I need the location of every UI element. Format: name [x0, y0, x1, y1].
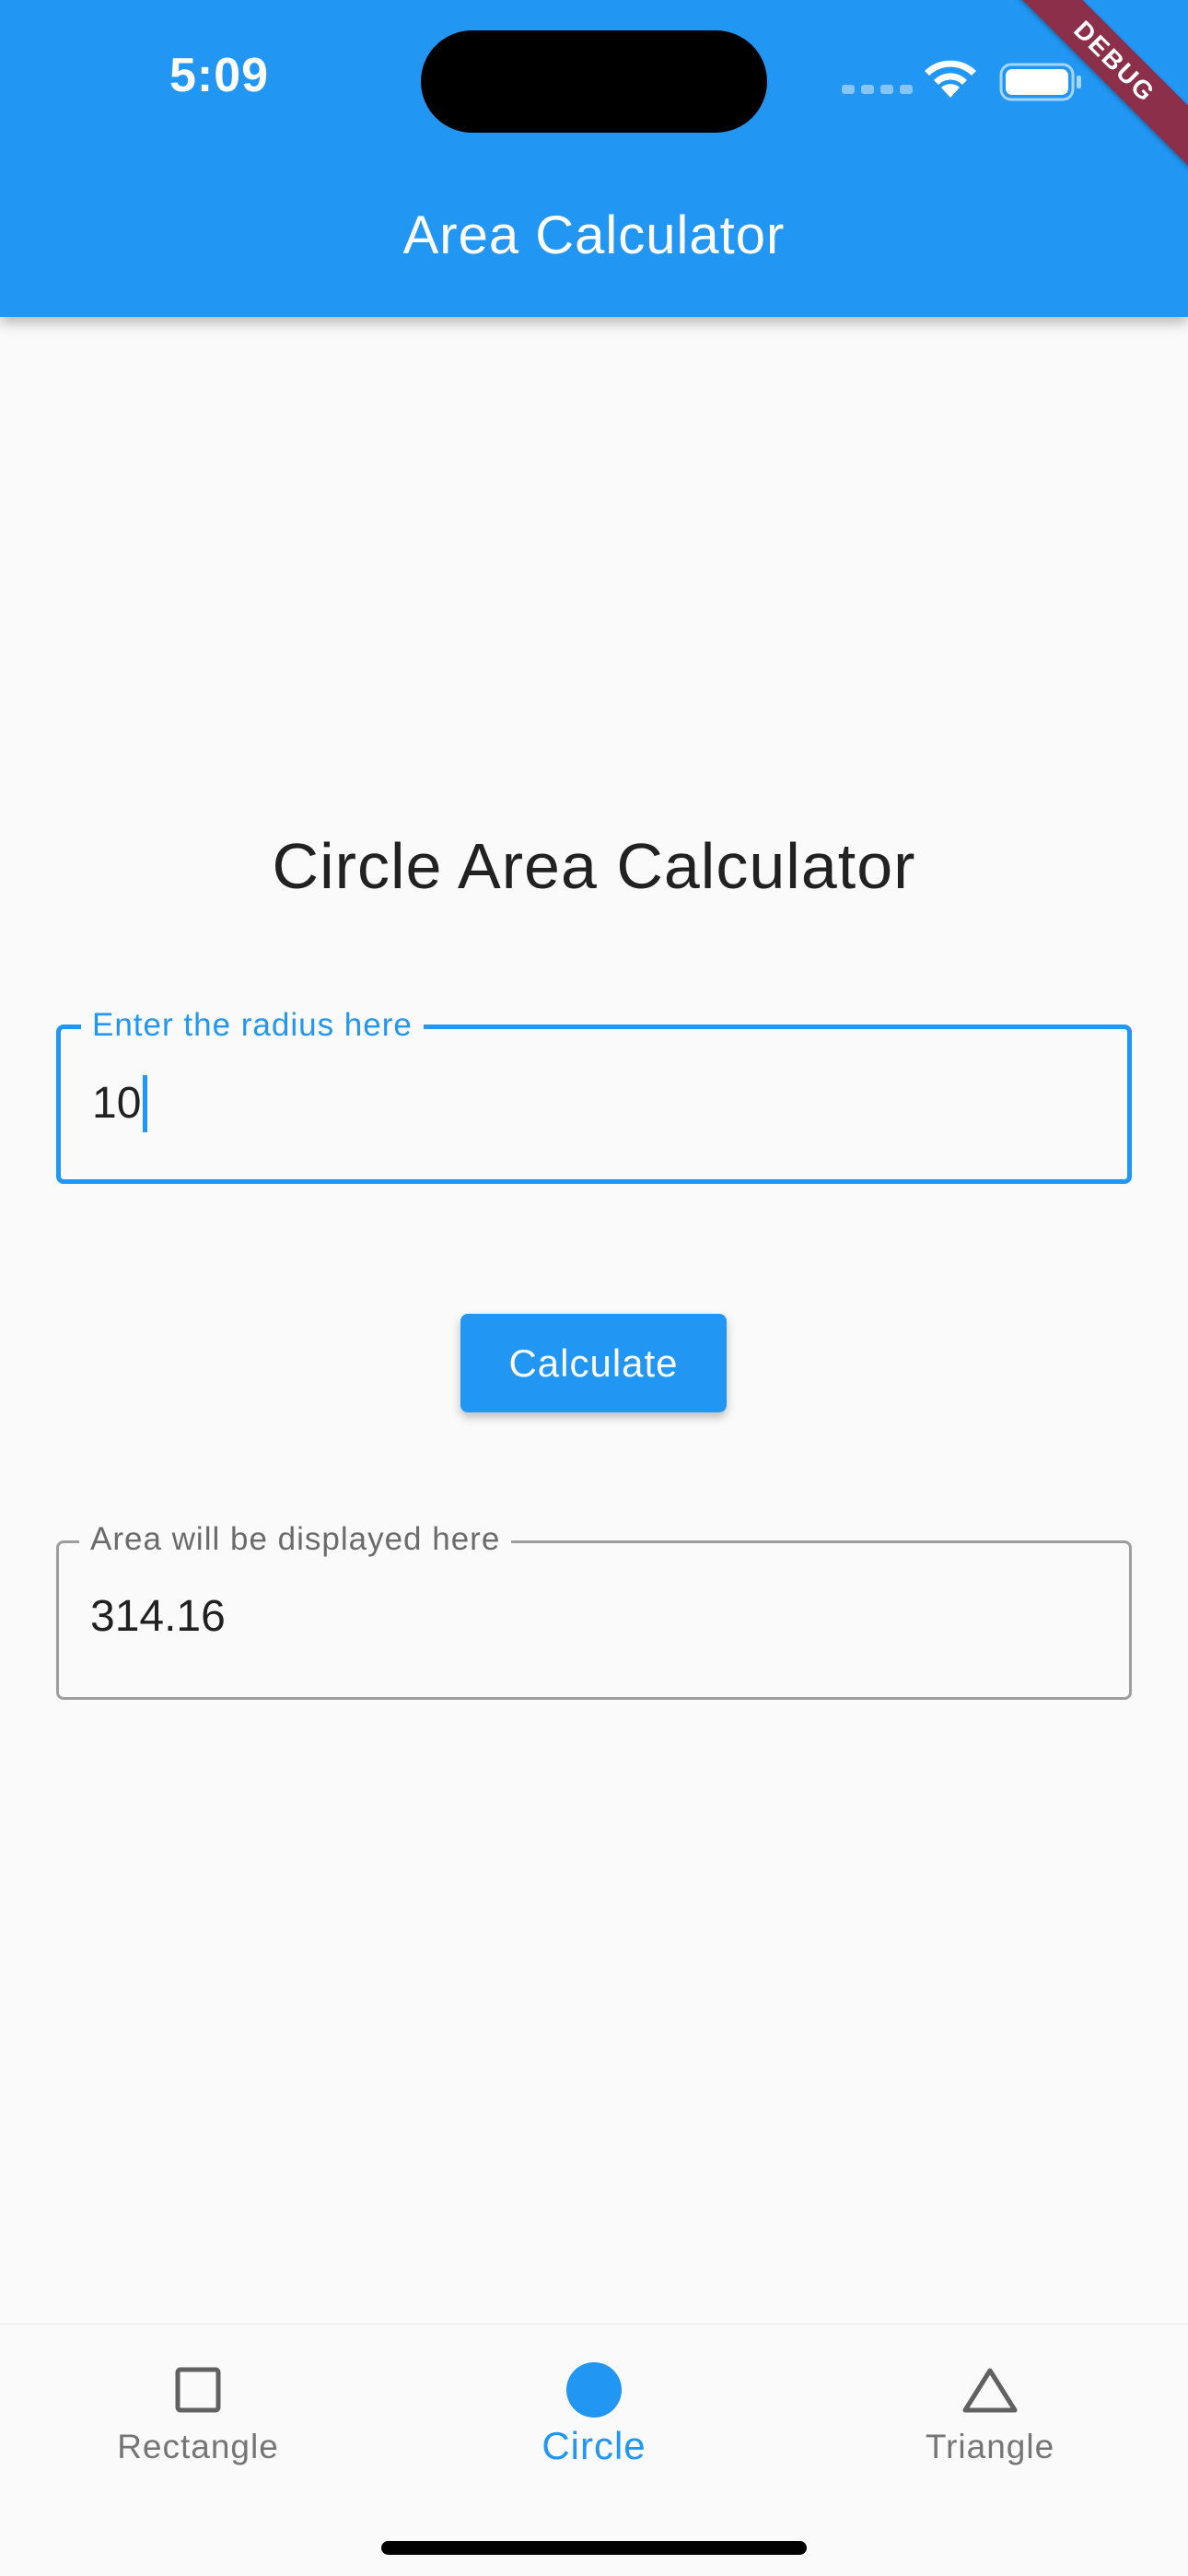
nav-item-rectangle[interactable]: Rectangle — [0, 2324, 396, 2490]
status-time: 5:09 — [169, 49, 270, 102]
nav-item-label: Rectangle — [117, 2428, 279, 2465]
nav-item-label: Circle — [542, 2424, 646, 2467]
area-output-label: Area will be displayed here — [79, 1519, 512, 1560]
area-output-field[interactable]: Area will be displayed here 314.16 — [56, 1519, 1132, 1700]
app-screen: 5:09 DEBUG Area Calculator Circle Area C… — [0, 0, 1188, 2576]
nav-item-label: Triangle — [925, 2428, 1055, 2465]
area-output-value-wrapper: 314.16 — [90, 1589, 226, 1645]
nav-item-triangle[interactable]: Triangle — [792, 2324, 1188, 2490]
cellular-signal-icon — [842, 85, 913, 94]
bottom-navigation-bar: Rectangle Circle Triangle — [0, 2324, 1188, 2576]
text-caret — [143, 1075, 148, 1132]
circle-filled-icon — [565, 2359, 623, 2420]
square-outline-icon — [174, 2359, 222, 2420]
radius-input[interactable]: Enter the radius here 10 — [56, 1005, 1132, 1184]
radius-input-label: Enter the radius here — [81, 1005, 424, 1046]
calculate-button[interactable]: Calculate — [460, 1314, 727, 1412]
radius-input-value[interactable]: 10 — [92, 1076, 141, 1131]
triangle-outline-icon — [961, 2359, 1019, 2420]
radius-input-value-wrapper[interactable]: 10 — [92, 1075, 148, 1132]
area-output-value: 314.16 — [90, 1592, 226, 1641]
app-bar: 5:09 DEBUG Area Calculator — [0, 0, 1188, 317]
nav-item-circle[interactable]: Circle — [396, 2324, 792, 2490]
dynamic-island — [421, 30, 767, 133]
battery-icon — [999, 63, 1081, 101]
app-bar-title: Area Calculator — [402, 205, 786, 265]
page-heading: Circle Area Calculator — [272, 830, 916, 902]
home-indicator[interactable] — [381, 2541, 807, 2555]
wifi-icon — [925, 60, 976, 98]
